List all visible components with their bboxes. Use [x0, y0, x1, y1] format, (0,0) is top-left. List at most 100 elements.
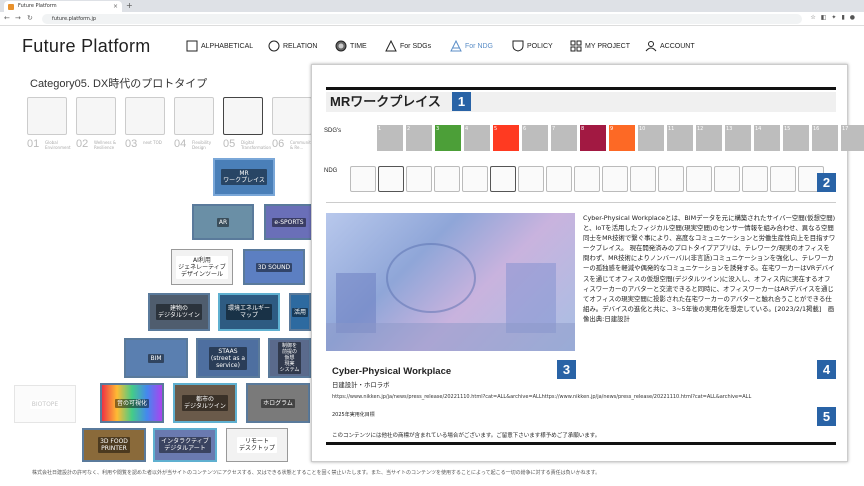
- node-control-system[interactable]: 制御を 前提の 仮想 現実 システム: [268, 338, 311, 378]
- node-hologram[interactable]: ホログラム: [246, 383, 310, 423]
- node-mr-workplace[interactable]: MR ワークプレイス: [213, 158, 275, 196]
- sdg-icon[interactable]: 3: [435, 125, 461, 151]
- sdg-icon[interactable]: 16: [812, 125, 838, 151]
- ndg-icon[interactable]: [574, 166, 600, 192]
- back-icon[interactable]: ←: [4, 14, 10, 22]
- node-sound-visualization[interactable]: 音の可視化: [100, 383, 164, 423]
- menu-for-ndg[interactable]: For NDG: [450, 40, 493, 52]
- node-city-digital-twin[interactable]: 都市の デジタルツイン: [173, 383, 237, 423]
- panel-title: MRワークプレイス: [326, 92, 836, 112]
- sdg-icon[interactable]: 1: [377, 125, 403, 151]
- category-number: 05: [223, 138, 236, 150]
- ndg-icon[interactable]: [630, 166, 656, 192]
- node-3d-sound[interactable]: 3D SOUND: [243, 249, 305, 285]
- ndg-icon[interactable]: [742, 166, 768, 192]
- node-interactive-digital-art[interactable]: インタラクティブ デジタルアート: [153, 428, 217, 462]
- ndg-icon[interactable]: [490, 166, 516, 192]
- node-ar[interactable]: AR: [192, 204, 254, 240]
- menu-label: ALPHABETICAL: [201, 42, 254, 50]
- node-label: 3D SOUND: [255, 262, 293, 272]
- triangle-icon: [385, 40, 397, 52]
- ndg-icon[interactable]: [714, 166, 740, 192]
- ndg-icon[interactable]: [378, 166, 404, 192]
- node-esports[interactable]: e-SPORTS: [264, 204, 314, 240]
- menu-my-project[interactable]: MY PROJECT: [570, 40, 630, 52]
- sdg-icon[interactable]: 4: [464, 125, 490, 151]
- clock-icon: [335, 40, 347, 52]
- node-ai-generative-design[interactable]: AI利用 ジェネレーティブ デザインツール: [171, 249, 233, 285]
- sdg-icon[interactable]: 13: [725, 125, 751, 151]
- menu-for-sdgs[interactable]: For SDGs: [385, 40, 431, 52]
- category-05[interactable]: 05 Digital Transformation: [223, 97, 271, 150]
- node-label: STAAS (street as a service): [208, 346, 248, 370]
- menu-relation[interactable]: RELATION: [268, 40, 318, 52]
- sdg-icon[interactable]: 12: [696, 125, 722, 151]
- node-staas[interactable]: STAAS (street as a service): [196, 338, 260, 378]
- content-year: 2025年実用化目標: [332, 412, 375, 418]
- node-label: AR: [216, 217, 230, 227]
- panel-bottom-rule: [326, 442, 836, 445]
- category-03[interactable]: 03 next TOD: [125, 97, 167, 150]
- node-environment-energy-map[interactable]: 環境エネルギー マップ: [218, 293, 280, 331]
- node-3d-food-printer[interactable]: 3D FOOD PRINTER: [82, 428, 146, 462]
- sdg-icon[interactable]: 10: [638, 125, 664, 151]
- node-biotope[interactable]: BIOTOPE: [14, 385, 76, 423]
- node-bim[interactable]: BIM: [124, 338, 188, 378]
- category-06[interactable]: 06 Community & Re...: [272, 97, 314, 150]
- site-logo[interactable]: Future Platform: [22, 36, 151, 57]
- reload-icon[interactable]: ↻: [27, 14, 33, 22]
- menu-account[interactable]: ACCOUNT: [645, 40, 695, 52]
- ndg-icon[interactable]: [350, 166, 376, 192]
- ndg-icon[interactable]: [546, 166, 572, 192]
- node-label: 3D FOOD PRINTER: [98, 437, 130, 453]
- menu-time[interactable]: TIME: [335, 40, 367, 52]
- category-number: 01: [27, 138, 40, 150]
- content-links[interactable]: https://www.nikken.jp/ja/news/press_rele…: [332, 394, 802, 400]
- node-label: 制御を 前提の 仮想 現実 システム: [277, 342, 302, 374]
- url-field[interactable]: future.platform.jp: [42, 14, 802, 24]
- browser-chrome: Future Platform × + ← → ↻ future.platfor…: [0, 0, 864, 26]
- menu-alphabetical[interactable]: ALPHABETICAL: [186, 40, 253, 52]
- browser-tab[interactable]: Future Platform ×: [4, 1, 122, 12]
- menu-policy[interactable]: POLICY: [512, 40, 553, 52]
- grid-icon: [570, 40, 582, 52]
- sdg-icon[interactable]: 7: [551, 125, 577, 151]
- ndg-icon[interactable]: [658, 166, 684, 192]
- sdg-icon[interactable]: 17: [841, 125, 864, 151]
- sdg-icon[interactable]: 11: [667, 125, 693, 151]
- menu-label: For NDG: [465, 42, 493, 50]
- category-04[interactable]: 04 Flexibility Design: [174, 97, 216, 150]
- sdg-icon[interactable]: 9: [609, 125, 635, 151]
- ndg-icon[interactable]: [518, 166, 544, 192]
- category-title: Category05. DX時代のプロトタイプ: [30, 78, 208, 90]
- sdg-icon[interactable]: 15: [783, 125, 809, 151]
- square-icon: [186, 40, 198, 52]
- category-thumbnail: [223, 97, 263, 135]
- sdg-icon[interactable]: 2: [406, 125, 432, 151]
- category-01[interactable]: 01 Global Environment: [27, 97, 71, 150]
- ndg-icon[interactable]: [686, 166, 712, 192]
- new-tab-button[interactable]: +: [126, 1, 133, 10]
- ndg-icon[interactable]: [406, 166, 432, 192]
- content-image[interactable]: [326, 213, 575, 351]
- sdg-icon[interactable]: 5: [493, 125, 519, 151]
- ndg-icon[interactable]: [462, 166, 488, 192]
- sdg-icon[interactable]: 14: [754, 125, 780, 151]
- sdg-icon[interactable]: 6: [522, 125, 548, 151]
- browser-toolbar-icons[interactable]: ☆◧✦▮●: [810, 14, 860, 21]
- category-label: Wellness & Resilience: [94, 140, 116, 150]
- sdg-icon[interactable]: 8: [580, 125, 606, 151]
- node-remote-desktop[interactable]: リモート デスクトップ: [226, 428, 288, 462]
- ndg-icon[interactable]: [434, 166, 460, 192]
- node-building-digital-twin[interactable]: 建物の デジタルツイン: [148, 293, 210, 331]
- node-label: 都市の デジタルツイン: [182, 395, 228, 411]
- node-partial[interactable]: 活用: [289, 293, 311, 331]
- ndg-icon[interactable]: [770, 166, 796, 192]
- forward-icon[interactable]: →: [15, 14, 21, 22]
- node-label: 環境エネルギー マップ: [225, 304, 272, 320]
- category-label: Global Environment: [45, 140, 71, 150]
- badge-5: 5: [817, 407, 836, 426]
- close-tab-icon[interactable]: ×: [113, 1, 118, 12]
- category-02[interactable]: 02 Wellness & Resilience: [76, 97, 118, 150]
- ndg-icon[interactable]: [602, 166, 628, 192]
